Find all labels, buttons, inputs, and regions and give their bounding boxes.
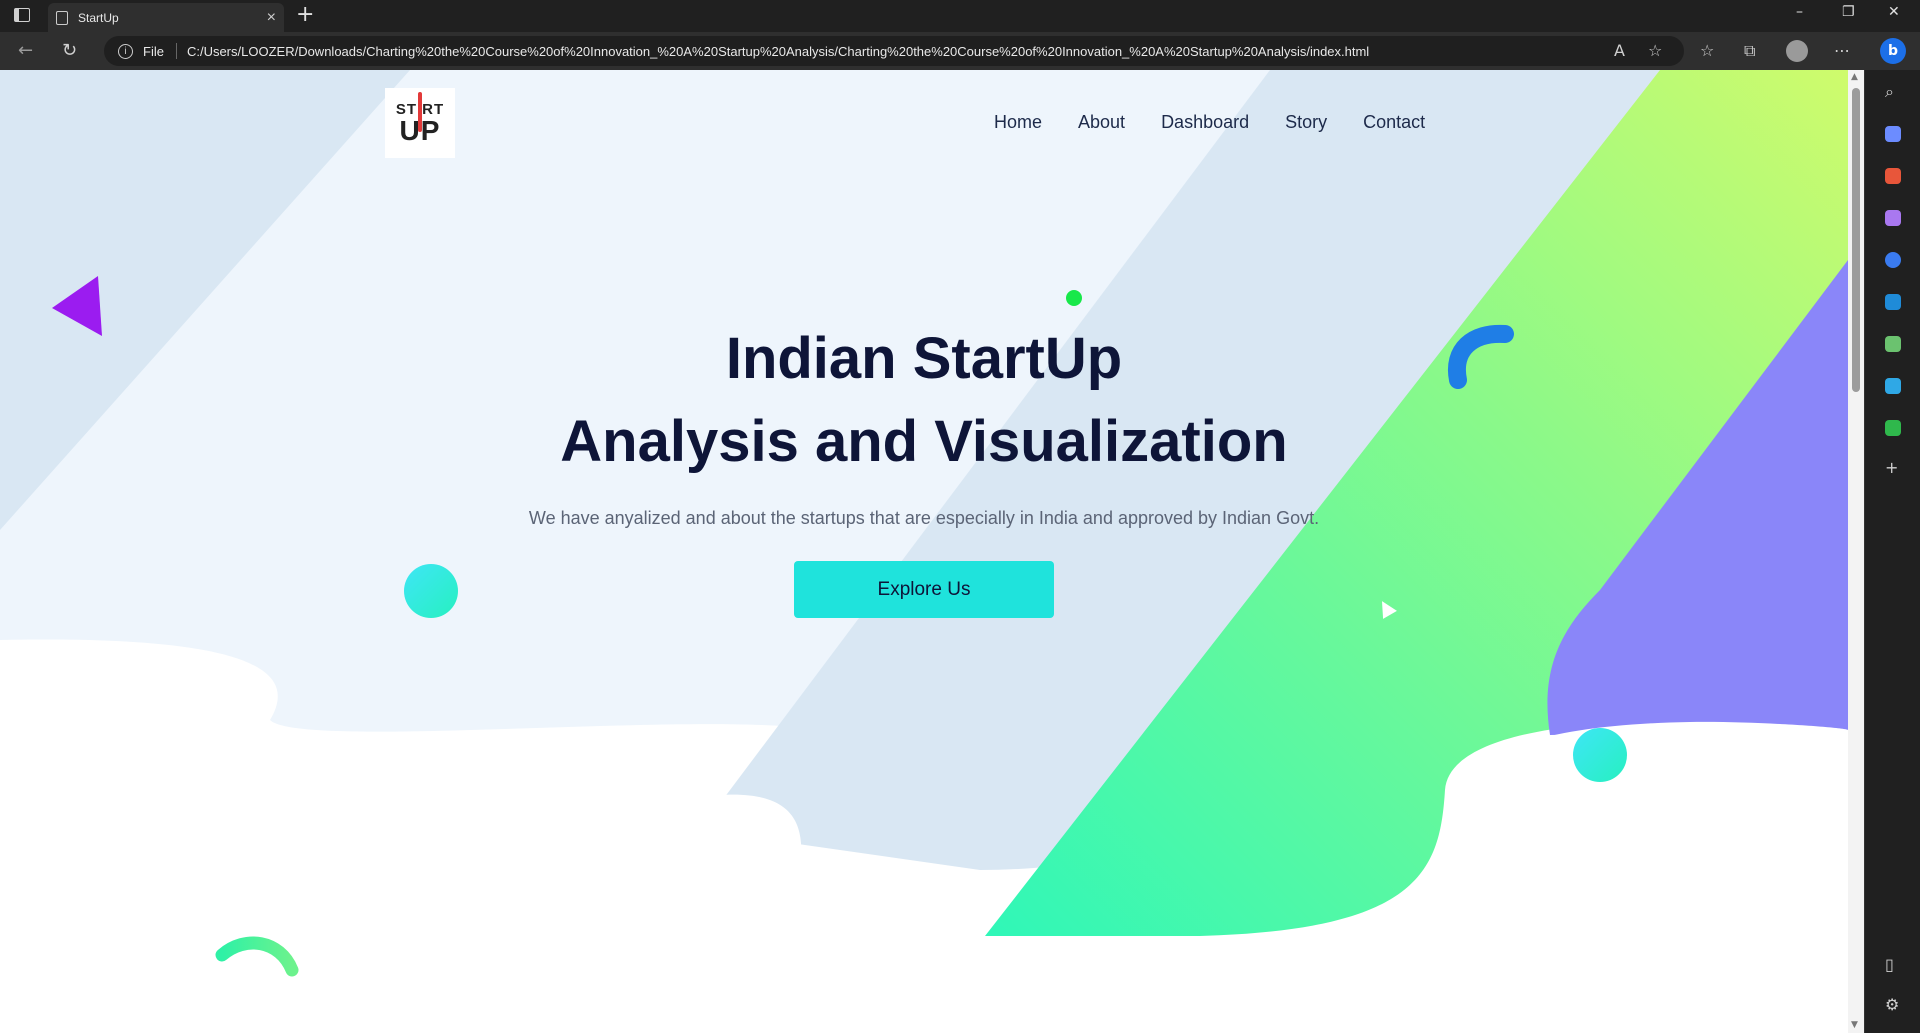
url-field[interactable]: i File C:/Users/LOOZER/Downloads/Chartin…	[104, 36, 1684, 66]
explore-us-button[interactable]: Explore Us	[794, 561, 1054, 618]
hero-title-line1: Indian StartUp	[725, 326, 1123, 391]
nav-home[interactable]: Home	[994, 112, 1042, 133]
tab-actions-icon[interactable]	[14, 8, 30, 22]
read-aloud-icon[interactable]: A	[1614, 41, 1625, 60]
restore-icon[interactable]: ❐	[1842, 4, 1855, 20]
close-window-icon[interactable]: ✕	[1888, 4, 1900, 20]
info-icon[interactable]: i	[118, 43, 133, 59]
page-scrollbar[interactable]: ▲ ▼	[1848, 70, 1864, 1033]
outlook-icon[interactable]	[1885, 294, 1901, 310]
games-icon[interactable]	[1885, 210, 1901, 226]
startup-logo[interactable]: ST RT UP	[385, 88, 455, 158]
scroll-down-icon[interactable]: ▼	[1851, 1020, 1858, 1030]
microsoft365-icon[interactable]	[1885, 252, 1901, 268]
profile-avatar-icon[interactable]	[1786, 40, 1808, 62]
settings-gear-icon[interactable]: ⚙	[1885, 995, 1899, 1014]
page-viewport: ST RT UP Home About Dashboard Story Cont…	[0, 70, 1848, 1033]
minimize-icon[interactable]: –	[1796, 4, 1803, 20]
new-tab-icon[interactable]: +	[296, 2, 314, 27]
nav-about[interactable]: About	[1078, 112, 1125, 133]
scroll-up-icon[interactable]: ▲	[1851, 72, 1858, 82]
favorite-add-icon[interactable]: ☆	[1648, 41, 1662, 60]
tree-icon[interactable]	[1885, 420, 1901, 436]
tab-bar: StartUp × + – ❐ ✕	[0, 0, 1920, 32]
hero-background	[0, 70, 1848, 1033]
shopping-tag-icon[interactable]	[1885, 126, 1901, 142]
browser-tab[interactable]: StartUp ×	[48, 3, 284, 32]
close-tab-icon[interactable]: ×	[267, 9, 276, 27]
file-label: File	[143, 43, 164, 59]
rocket-icon	[418, 92, 422, 132]
address-bar: ← ↻ i File C:/Users/LOOZER/Downloads/Cha…	[0, 32, 1920, 70]
scroll-thumb[interactable]	[1852, 88, 1860, 392]
edge-sidebar: ⌕ + ▯ ⚙	[1864, 70, 1920, 1033]
designer-icon[interactable]	[1885, 336, 1901, 352]
add-icon[interactable]: +	[1885, 458, 1898, 477]
hide-sidebar-icon[interactable]: ▯	[1885, 955, 1894, 974]
search-icon[interactable]: ⌕	[1885, 82, 1894, 102]
favorites-icon[interactable]: ☆	[1700, 41, 1714, 60]
back-icon[interactable]: ←	[18, 40, 33, 61]
url-text: C:/Users/LOOZER/Downloads/Charting%20the…	[186, 43, 1370, 59]
bing-copilot-icon[interactable]: b	[1880, 38, 1906, 64]
nav-story[interactable]: Story	[1285, 112, 1327, 133]
refresh-icon[interactable]: ↻	[62, 40, 77, 61]
page-icon	[56, 10, 68, 25]
nav-contact[interactable]: Contact	[1363, 112, 1425, 133]
nav-dashboard[interactable]: Dashboard	[1161, 112, 1249, 133]
cyan-circle-right-shape	[1573, 728, 1627, 782]
green-dot-shape	[1066, 290, 1082, 306]
collections-icon[interactable]: ⧉	[1744, 41, 1755, 61]
main-nav: Home About Dashboard Story Contact	[994, 112, 1425, 133]
send-icon[interactable]	[1885, 378, 1901, 394]
hero-title-line2: Analysis and Visualization	[560, 409, 1288, 474]
cyan-circle-left-shape	[404, 564, 458, 618]
tools-icon[interactable]	[1885, 168, 1901, 184]
hero-subtitle: We have anyalized and about the startups…	[528, 508, 1320, 528]
divider	[175, 43, 177, 59]
tab-title: StartUp	[78, 10, 119, 25]
more-menu-icon[interactable]: ⋯	[1834, 41, 1850, 60]
